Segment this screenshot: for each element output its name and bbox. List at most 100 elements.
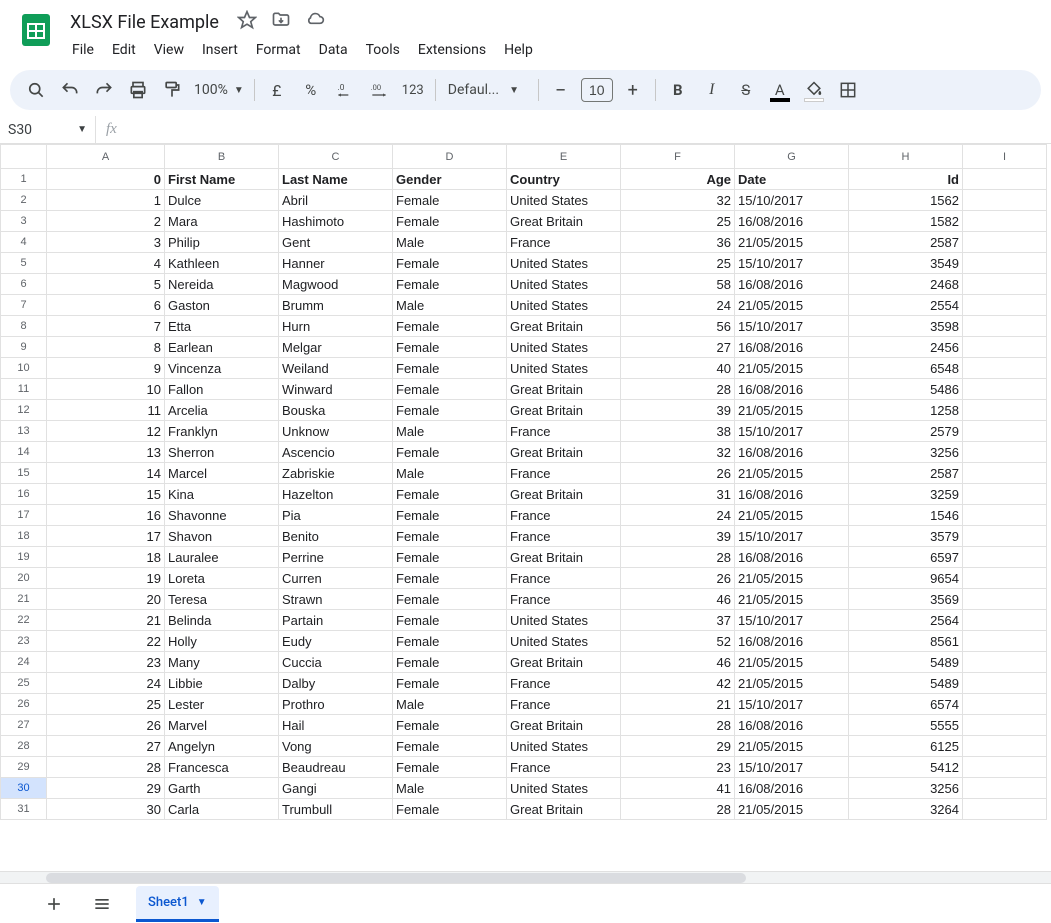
cell[interactable]: 41 — [621, 778, 735, 799]
cell[interactable]: Brumm — [279, 295, 393, 316]
horizontal-scrollbar[interactable] — [0, 871, 1051, 883]
row-header[interactable]: 22 — [1, 610, 47, 631]
cell[interactable]: Male — [393, 694, 507, 715]
cell[interactable]: 3259 — [849, 484, 963, 505]
cell[interactable]: 39 — [621, 400, 735, 421]
cell[interactable]: 21/05/2015 — [735, 400, 849, 421]
borders-button[interactable] — [832, 75, 864, 105]
cell[interactable]: Male — [393, 778, 507, 799]
cell[interactable]: Shavon — [165, 526, 279, 547]
cell[interactable]: 6574 — [849, 694, 963, 715]
cell[interactable]: Female — [393, 505, 507, 526]
cloud-icon[interactable] — [305, 10, 325, 34]
cell[interactable]: Marcel — [165, 463, 279, 484]
cell[interactable]: 15/10/2017 — [735, 316, 849, 337]
cell[interactable]: 7 — [47, 316, 165, 337]
row-header[interactable]: 19 — [1, 547, 47, 568]
cell[interactable]: 16/08/2016 — [735, 484, 849, 505]
cell[interactable]: 6 — [47, 295, 165, 316]
cell[interactable]: 21 — [621, 694, 735, 715]
cell[interactable]: 15/10/2017 — [735, 757, 849, 778]
row-header[interactable]: 12 — [1, 400, 47, 421]
fill-color-button[interactable] — [798, 75, 830, 105]
cell[interactable]: France — [507, 589, 621, 610]
number-format-button[interactable]: 123 — [397, 75, 429, 105]
cell[interactable]: 11 — [47, 400, 165, 421]
cell[interactable]: Female — [393, 715, 507, 736]
cell[interactable]: Male — [393, 295, 507, 316]
cell[interactable]: 16/08/2016 — [735, 778, 849, 799]
row-header[interactable]: 7 — [1, 295, 47, 316]
row-header[interactable]: 1 — [1, 169, 47, 190]
cell[interactable]: Angelyn — [165, 736, 279, 757]
cell[interactable]: 25 — [621, 211, 735, 232]
zoom-dropdown[interactable]: 100% ▼ — [190, 82, 248, 98]
cell[interactable]: 37 — [621, 610, 735, 631]
cell[interactable]: 8 — [47, 337, 165, 358]
cell[interactable]: United States — [507, 253, 621, 274]
cell[interactable]: Female — [393, 274, 507, 295]
cell[interactable]: 9 — [47, 358, 165, 379]
cell[interactable]: 21/05/2015 — [735, 358, 849, 379]
cell[interactable]: United States — [507, 778, 621, 799]
cell[interactable]: Magwood — [279, 274, 393, 295]
cell[interactable]: 1546 — [849, 505, 963, 526]
cell[interactable]: Female — [393, 568, 507, 589]
cell[interactable]: France — [507, 757, 621, 778]
row-header[interactable]: 5 — [1, 253, 47, 274]
cell[interactable] — [963, 190, 1047, 211]
cell[interactable]: 15/10/2017 — [735, 526, 849, 547]
menu-format[interactable]: Format — [248, 38, 309, 62]
row-header[interactable]: 2 — [1, 190, 47, 211]
cell[interactable]: 21/05/2015 — [735, 295, 849, 316]
strikethrough-button[interactable]: S — [730, 75, 762, 105]
column-header[interactable]: D — [393, 145, 507, 169]
cell[interactable]: 16/08/2016 — [735, 211, 849, 232]
cell[interactable]: Age — [621, 169, 735, 190]
cell[interactable]: 21/05/2015 — [735, 589, 849, 610]
row-header[interactable]: 9 — [1, 337, 47, 358]
cell[interactable]: Loreta — [165, 568, 279, 589]
add-sheet-button[interactable] — [40, 890, 68, 918]
cell[interactable]: 15/10/2017 — [735, 253, 849, 274]
cell[interactable]: Hurn — [279, 316, 393, 337]
spreadsheet-grid[interactable]: ABCDEFGHI 10First NameLast NameGenderCou… — [0, 144, 1051, 871]
cell[interactable]: Great Britain — [507, 652, 621, 673]
cell[interactable] — [963, 694, 1047, 715]
cell[interactable]: Beaudreau — [279, 757, 393, 778]
cell[interactable]: Eudy — [279, 631, 393, 652]
cell[interactable]: 6597 — [849, 547, 963, 568]
cell[interactable]: Gender — [393, 169, 507, 190]
menu-file[interactable]: File — [64, 38, 102, 62]
column-header[interactable]: I — [963, 145, 1047, 169]
cell[interactable]: Female — [393, 190, 507, 211]
row-header[interactable]: 6 — [1, 274, 47, 295]
cell[interactable]: 3569 — [849, 589, 963, 610]
cell[interactable]: Vong — [279, 736, 393, 757]
bold-button[interactable]: B — [662, 75, 694, 105]
cell[interactable]: 10 — [47, 379, 165, 400]
cell[interactable]: Gangi — [279, 778, 393, 799]
cell[interactable]: 12 — [47, 421, 165, 442]
cell[interactable] — [963, 652, 1047, 673]
cell[interactable]: Benito — [279, 526, 393, 547]
cell[interactable]: 21/05/2015 — [735, 673, 849, 694]
cell[interactable]: France — [507, 232, 621, 253]
cell[interactable]: 8561 — [849, 631, 963, 652]
cell[interactable]: 2456 — [849, 337, 963, 358]
cell[interactable]: 4 — [47, 253, 165, 274]
cell[interactable]: 21/05/2015 — [735, 799, 849, 820]
sheets-logo[interactable] — [16, 10, 56, 50]
cell[interactable]: France — [507, 568, 621, 589]
cell[interactable]: Earlean — [165, 337, 279, 358]
select-all-corner[interactable] — [1, 145, 47, 169]
row-header[interactable]: 24 — [1, 652, 47, 673]
column-header[interactable]: A — [47, 145, 165, 169]
redo-icon[interactable] — [88, 75, 120, 105]
cell[interactable]: France — [507, 526, 621, 547]
cell[interactable]: Nereida — [165, 274, 279, 295]
cell[interactable]: 3256 — [849, 442, 963, 463]
cell[interactable]: 26 — [621, 568, 735, 589]
cell[interactable]: Teresa — [165, 589, 279, 610]
cell[interactable]: Carla — [165, 799, 279, 820]
